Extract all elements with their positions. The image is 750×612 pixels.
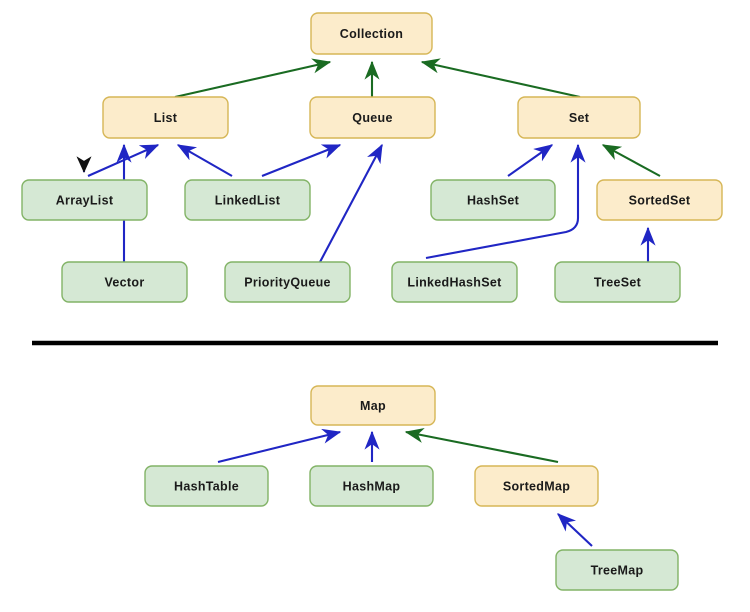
node-label-hashset: HashSet (467, 193, 520, 207)
node-hashtable[interactable]: HashTable (144, 465, 269, 507)
node-collection[interactable]: Collection (310, 12, 433, 55)
node-linkedlist[interactable]: LinkedList (184, 179, 311, 221)
node-label-priorityqueue: PriorityQueue (244, 275, 331, 289)
node-arraylist[interactable]: ArrayList (21, 179, 148, 221)
node-treeset[interactable]: TreeSet (554, 261, 681, 303)
node-hashset[interactable]: HashSet (430, 179, 556, 221)
diagram-canvas: Collection List Queue Set ArrayList LinkedLis… (21, 12, 723, 591)
node-priorityqueue[interactable]: PriorityQueue (224, 261, 351, 303)
java-collections-diagram: Collection List Queue Set ArrayList LinkedLis… (0, 0, 750, 612)
node-map[interactable]: Map (310, 385, 436, 426)
edge-linkedlist-queue (261, 144, 342, 177)
node-sortedmap[interactable]: SortedMap (474, 465, 599, 507)
node-label-treeset: TreeSet (594, 275, 642, 289)
node-label-sortedmap: SortedMap (503, 479, 570, 493)
edge-hashset-set (507, 144, 554, 177)
node-label-map: Map (360, 399, 386, 413)
node-label-hashtable: HashTable (174, 479, 239, 493)
edge-linkedlist-list (176, 144, 233, 177)
node-label-list: List (154, 111, 178, 125)
edge-priorityqueue-queue (319, 143, 383, 263)
node-label-linkedhashset: LinkedHashSet (407, 275, 502, 289)
edge-treemap-sortedmap (557, 513, 593, 547)
edge-hashtable-map (217, 428, 342, 464)
node-treemap[interactable]: TreeMap (555, 549, 679, 591)
node-label-set: Set (569, 111, 590, 125)
node-label-vector: Vector (104, 275, 144, 289)
node-label-linkedlist: LinkedList (215, 193, 281, 207)
nodes-layer: Collection List Queue Set ArrayList LinkedLis… (21, 12, 723, 591)
node-list[interactable]: List (102, 96, 229, 139)
node-label-collection: Collection (340, 27, 403, 41)
node-label-treemap: TreeMap (591, 563, 644, 577)
node-hashmap[interactable]: HashMap (309, 465, 434, 507)
node-label-arraylist: ArrayList (56, 193, 114, 207)
node-linkedhashset[interactable]: LinkedHashSet (391, 261, 518, 303)
node-set[interactable]: Set (517, 96, 641, 139)
edge-sortedmap-map (404, 427, 559, 464)
node-sortedset[interactable]: SortedSet (596, 179, 723, 221)
edge-sortedset-set (601, 144, 661, 177)
node-label-hashmap: HashMap (343, 479, 401, 493)
edge-list-collection (174, 58, 332, 99)
node-queue[interactable]: Queue (309, 96, 436, 139)
node-label-queue: Queue (352, 111, 392, 125)
node-label-sortedset: SortedSet (629, 193, 691, 207)
node-vector[interactable]: Vector (61, 261, 188, 303)
edge-set-collection (420, 58, 581, 99)
